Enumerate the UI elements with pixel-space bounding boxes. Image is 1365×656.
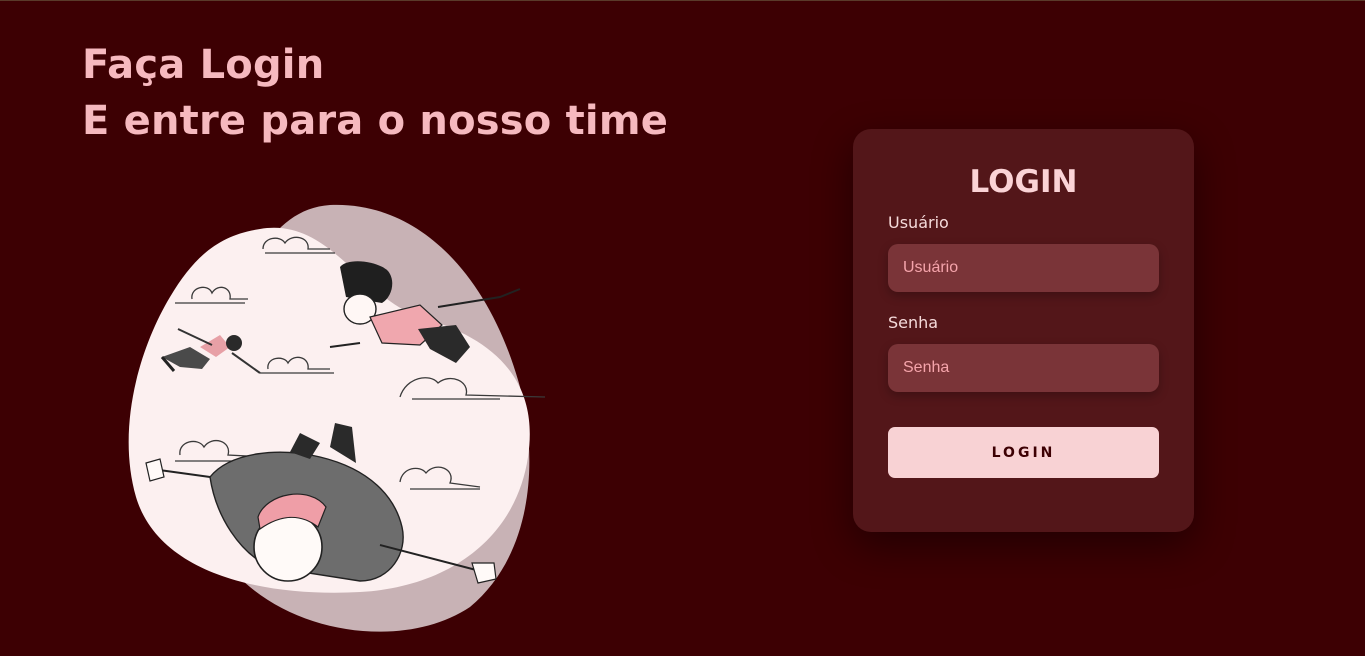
people-skydiving-illustration [128, 204, 546, 632]
login-card: LOGIN Usuário Senha LOGIN [853, 129, 1194, 532]
password-input[interactable] [888, 344, 1159, 392]
hero-title-line-1: Faça Login [82, 42, 325, 88]
hero-title-line-2: E entre para o nosso time [82, 98, 669, 144]
username-input[interactable] [888, 244, 1159, 292]
password-label: Senha [888, 313, 939, 332]
hero-heading: Faça Login E entre para o nosso time [82, 37, 668, 149]
username-label: Usuário [888, 213, 949, 232]
login-page: Faça Login E entre para o nosso time LOG… [0, 0, 1365, 656]
login-card-title: LOGIN [969, 164, 1078, 200]
login-button[interactable]: LOGIN [888, 427, 1159, 478]
